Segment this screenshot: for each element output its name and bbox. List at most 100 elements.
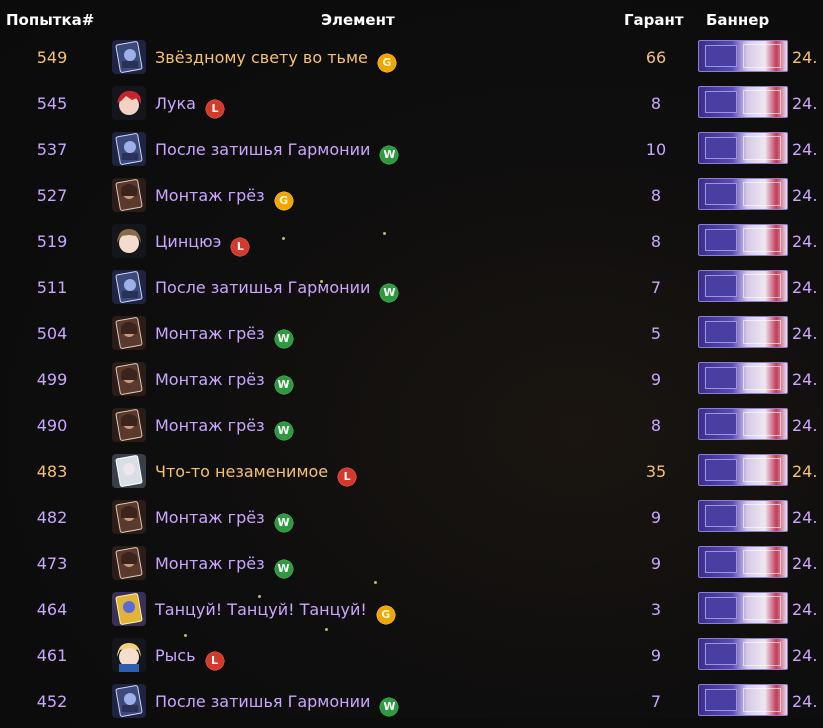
item-name-text: После затишья Гармонии — [155, 278, 371, 297]
column-header-pity[interactable]: Гарант — [624, 11, 684, 29]
item-name: Рысь L — [155, 636, 227, 676]
item-name: Монтаж грёз W — [155, 314, 296, 354]
banner-thumbnail[interactable] — [698, 178, 788, 210]
banner-thumbnail[interactable] — [698, 638, 788, 670]
pull-date: 24. — [792, 48, 818, 67]
attempt-number: 549 — [36, 48, 68, 67]
attempt-number: 473 — [36, 554, 68, 573]
pity-count: 9 — [650, 554, 662, 573]
item-avatar — [112, 684, 146, 718]
pull-date: 24. — [792, 462, 818, 481]
sparkle-decoration — [325, 628, 328, 631]
banner-thumbnail[interactable] — [698, 316, 788, 348]
item-name-text: После затишья Гармонии — [155, 692, 371, 711]
pull-date: 24. — [792, 508, 818, 527]
pity-count: 7 — [650, 278, 662, 297]
banner-thumbnail[interactable] — [698, 592, 788, 624]
pull-date: 24. — [792, 692, 818, 711]
banner-type-l-icon: L — [228, 235, 253, 259]
table-row: 473 Монтаж грёз W 9 24. — [0, 544, 823, 590]
sparkle-decoration — [258, 595, 261, 598]
column-header-attempt[interactable]: Попытка# — [6, 11, 94, 29]
item-name-text: Цинцюэ — [155, 232, 222, 251]
banner-type-g-icon: G — [373, 603, 398, 627]
banner-type-g-icon: G — [374, 51, 399, 75]
item-name-text: Что-то незаменимое — [155, 462, 329, 481]
column-header-item[interactable]: Элемент — [321, 11, 395, 29]
item-name: Цинцюэ L — [155, 222, 253, 262]
banner-thumbnail[interactable] — [698, 224, 788, 256]
column-header-banner[interactable]: Баннер — [706, 11, 769, 29]
table-row: 461 Рысь L 9 24. — [0, 636, 823, 682]
attempt-number: 490 — [36, 416, 68, 435]
pity-count: 8 — [650, 232, 662, 251]
table-row: 545 Лука L 8 24. — [0, 84, 823, 130]
pull-date: 24. — [792, 140, 818, 159]
item-name: Лука L — [155, 84, 227, 124]
banner-thumbnail[interactable] — [698, 684, 788, 716]
sparkle-decoration — [383, 232, 386, 235]
item-avatar — [112, 408, 146, 442]
warp-history-table: 549 Звёздному свету во тьме G 66 24. 545 Лука L… — [0, 38, 823, 728]
banner-type-g-icon: G — [271, 189, 296, 213]
item-avatar — [112, 638, 146, 672]
item-name: Монтаж грёз W — [155, 360, 296, 400]
table-row: 499 Монтаж грёз W 9 24. — [0, 360, 823, 406]
item-name: Звёздному свету во тьме G — [155, 38, 399, 78]
item-name-text: Монтаж грёз — [155, 508, 265, 527]
item-name-text: Звёздному свету во тьме — [155, 48, 368, 67]
table-row: 519 Цинцюэ L 8 24. — [0, 222, 823, 268]
banner-type-w-icon: W — [271, 419, 296, 443]
banner-thumbnail[interactable] — [698, 500, 788, 532]
banner-thumbnail[interactable] — [698, 270, 788, 302]
attempt-number: 452 — [36, 692, 68, 711]
item-name-text: После затишья Гармонии — [155, 140, 371, 159]
attempt-number: 499 — [36, 370, 68, 389]
banner-thumbnail[interactable] — [698, 454, 788, 486]
banner-type-w-icon: W — [377, 143, 402, 167]
pull-date: 24. — [792, 232, 818, 251]
banner-thumbnail[interactable] — [698, 408, 788, 440]
table-row: 549 Звёздному свету во тьме G 66 24. — [0, 38, 823, 84]
pity-count: 9 — [650, 508, 662, 527]
banner-type-l-icon: L — [202, 97, 227, 121]
table-row: 452 После затишья Гармонии W 7 24. — [0, 682, 823, 728]
item-name-text: Монтаж грёз — [155, 324, 265, 343]
item-name: После затишья Гармонии W — [155, 682, 402, 722]
pity-count: 5 — [650, 324, 662, 343]
item-avatar — [112, 592, 146, 626]
item-avatar — [112, 224, 146, 258]
item-name-text: Монтаж грёз — [155, 370, 265, 389]
banner-thumbnail[interactable] — [698, 362, 788, 394]
pity-count: 7 — [650, 692, 662, 711]
pity-count: 35 — [645, 462, 667, 481]
table-row: 464 Танцуй! Танцуй! Танцуй! G 3 24. — [0, 590, 823, 636]
banner-thumbnail[interactable] — [698, 40, 788, 72]
pity-count: 9 — [650, 370, 662, 389]
table-row: 490 Монтаж грёз W 8 24. — [0, 406, 823, 452]
pull-date: 24. — [792, 600, 818, 619]
table-row: 511 После затишья Гармонии W 7 24. — [0, 268, 823, 314]
item-name: Монтаж грёз W — [155, 406, 296, 446]
banner-thumbnail[interactable] — [698, 546, 788, 578]
attempt-number: 483 — [36, 462, 68, 481]
item-name: Что-то незаменимое L — [155, 452, 360, 492]
item-avatar — [112, 546, 146, 580]
item-name-text: Монтаж грёз — [155, 186, 265, 205]
item-name-text: Монтаж грёз — [155, 416, 265, 435]
attempt-number: 464 — [36, 600, 68, 619]
item-avatar — [112, 40, 146, 74]
item-avatar — [112, 270, 146, 304]
pull-date: 24. — [792, 554, 818, 573]
item-name-text: Танцуй! Танцуй! Танцуй! — [155, 600, 367, 619]
item-name: Танцуй! Танцуй! Танцуй! G — [155, 590, 398, 630]
banner-thumbnail[interactable] — [698, 86, 788, 118]
table-row: 537 После затишья Гармонии W 10 24. — [0, 130, 823, 176]
item-avatar — [112, 86, 146, 120]
sparkle-decoration — [374, 581, 377, 584]
pull-date: 24. — [792, 324, 818, 343]
pull-date: 24. — [792, 278, 818, 297]
banner-thumbnail[interactable] — [698, 132, 788, 164]
attempt-number: 482 — [36, 508, 68, 527]
pull-date: 24. — [792, 416, 818, 435]
